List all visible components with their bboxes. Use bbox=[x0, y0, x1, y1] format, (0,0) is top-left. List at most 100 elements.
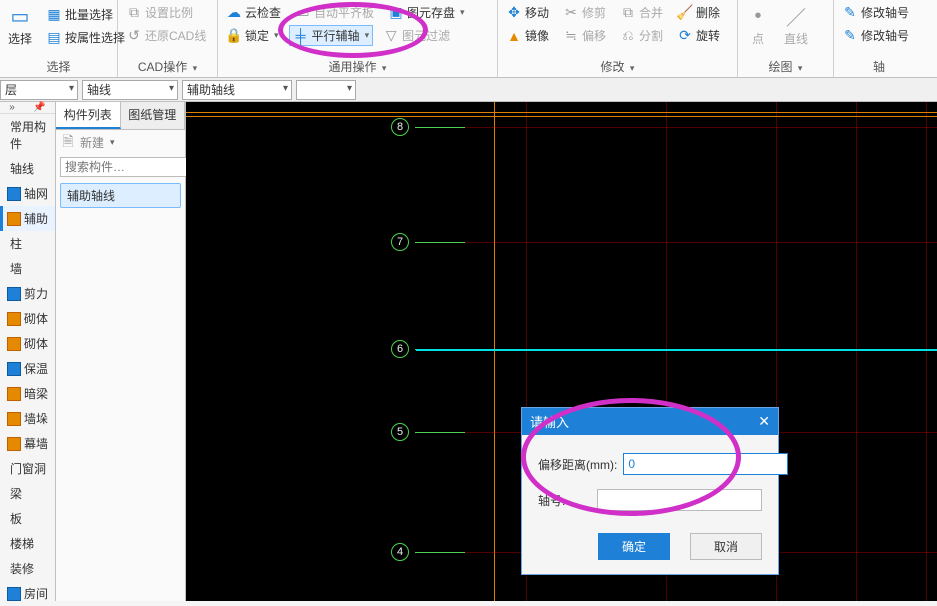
parallel-axis-button[interactable]: ╪ 平行辅轴 ▾ bbox=[289, 25, 374, 46]
dropdown-aux-axis[interactable]: 辅助轴线 bbox=[182, 80, 292, 100]
offset-dialog: 请输入 ✕ 偏移距离(mm): 轴号: 确定 取消 bbox=[521, 407, 779, 575]
nav-item-14[interactable]: 梁 bbox=[0, 481, 55, 506]
mirror-button[interactable]: ▲ 镜像 bbox=[502, 25, 553, 46]
nav-toggle[interactable]: » 📌 bbox=[0, 102, 55, 114]
bulk-select-button[interactable]: ▦ 批量选择 bbox=[42, 4, 129, 25]
by-attr-select-button[interactable]: ▤ 按属性选择 bbox=[42, 27, 129, 48]
dropdown-layer[interactable]: 层 bbox=[0, 80, 78, 100]
chevron-down-icon: ▾ bbox=[274, 30, 279, 41]
dropdown-axis[interactable]: 轴线 bbox=[82, 80, 178, 100]
lock-label: 锁定 bbox=[245, 27, 269, 44]
nav-item-16[interactable]: 楼梯 bbox=[0, 531, 55, 556]
nav-item-icon bbox=[7, 387, 21, 401]
nav-item-label: 常用构件 bbox=[10, 118, 51, 152]
axis-marker-7[interactable]: 7 bbox=[391, 233, 465, 251]
axis-marker-5[interactable]: 5 bbox=[391, 423, 465, 441]
axis-number-input[interactable] bbox=[597, 489, 762, 511]
parallel-axis-icon: ╪ bbox=[293, 28, 309, 44]
nav-item-3[interactable]: 辅助 bbox=[0, 206, 55, 231]
nav-item-9[interactable]: 保温 bbox=[0, 356, 55, 381]
delete-button[interactable]: 🧹 删除 bbox=[673, 2, 724, 23]
lock-button[interactable]: 🔒 锁定 ▾ bbox=[222, 25, 283, 46]
dialog-close-button[interactable]: ✕ bbox=[758, 413, 770, 430]
auto-level-label: 自动平齐板 bbox=[314, 4, 374, 21]
point-icon: • bbox=[746, 4, 770, 28]
move-button[interactable]: ✥ 移动 bbox=[502, 2, 553, 23]
move-label: 移动 bbox=[525, 4, 549, 21]
auto-icon: ▭ bbox=[295, 5, 311, 21]
axis-marker-8[interactable]: 8 bbox=[391, 118, 465, 136]
cloud-check-button[interactable]: ☁ 云检查 bbox=[222, 2, 285, 23]
trim-button[interactable]: ✂ 修剪 bbox=[559, 2, 610, 23]
merge-button[interactable]: ⧉ 合并 bbox=[616, 2, 667, 23]
nav-item-1[interactable]: 轴线 bbox=[0, 156, 55, 181]
nav-item-17[interactable]: 装修 bbox=[0, 556, 55, 581]
point-button[interactable]: • 点 bbox=[742, 2, 774, 49]
dropdown-bar: 层 轴线 辅助轴线 bbox=[0, 78, 937, 102]
nav-item-2[interactable]: 轴网 bbox=[0, 181, 55, 206]
nav-item-label: 幕墙 bbox=[24, 435, 48, 452]
nav-item-4[interactable]: 柱 bbox=[0, 231, 55, 256]
nav-item-label: 板 bbox=[10, 510, 22, 527]
restore-cad-button[interactable]: ↺ 还原CAD线 bbox=[122, 25, 213, 46]
elem-filter-button[interactable]: ▽ 图元过滤 bbox=[379, 25, 454, 46]
nav-item-0[interactable]: 常用构件 bbox=[0, 114, 55, 156]
viewport[interactable]: 87654 请输入 ✕ 偏移距离(mm): 轴号: bbox=[186, 102, 937, 601]
panel-toolbar: 🗎 新建 ▾ bbox=[56, 130, 185, 155]
nav-item-7[interactable]: 砌体 bbox=[0, 306, 55, 331]
tab-drawing-manage[interactable]: 图纸管理 bbox=[121, 102, 186, 129]
ribbon-group-cad: ⧉ 设置比例 ↺ 还原CAD线 CAD操作 ▾ bbox=[118, 0, 218, 77]
nav-item-12[interactable]: 幕墙 bbox=[0, 431, 55, 456]
nav-item-5[interactable]: 墙 bbox=[0, 256, 55, 281]
delete-icon: 🧹 bbox=[677, 5, 693, 21]
set-scale-button[interactable]: ⧉ 设置比例 bbox=[122, 2, 213, 23]
nav-item-15[interactable]: 板 bbox=[0, 506, 55, 531]
nav-item-11[interactable]: 墙垛 bbox=[0, 406, 55, 431]
new-button[interactable]: 新建 bbox=[80, 134, 104, 151]
nav-item-label: 辅助 bbox=[24, 210, 48, 227]
rotate-button[interactable]: ⟳ 旋转 bbox=[673, 25, 724, 46]
tree-item-aux-axis[interactable]: 辅助轴线 bbox=[60, 183, 181, 208]
ok-button[interactable]: 确定 bbox=[598, 533, 670, 560]
edit-axis1-button[interactable]: ✎ 修改轴号 bbox=[838, 2, 920, 23]
nav-item-6[interactable]: 剪力 bbox=[0, 281, 55, 306]
mirror-icon: ▲ bbox=[506, 28, 522, 44]
ribbon-group-common: ☁ 云检查 ▭ 自动平齐板 ▣ 图元存盘 ▾ 🔒 锁定 ▾ bbox=[218, 0, 498, 77]
split-button[interactable]: ⎌ 分割 bbox=[616, 25, 667, 46]
ribbon: ▭ 选择 ▦ 批量选择 ▤ 按属性选择 选择 ⧉ bbox=[0, 0, 937, 78]
nav-item-label: 砌体 bbox=[24, 310, 48, 327]
draw-group-label: 绘图 ▾ bbox=[742, 56, 829, 77]
nav-item-13[interactable]: 门窗洞 bbox=[0, 456, 55, 481]
nav-item-label: 保温 bbox=[24, 360, 48, 377]
select-group-label: 选择 bbox=[4, 56, 113, 77]
dropdown-axis-value: 轴线 bbox=[87, 81, 111, 98]
nav-item-8[interactable]: 砌体 bbox=[0, 331, 55, 356]
rotate-icon: ⟳ bbox=[677, 28, 693, 44]
dropdown-empty[interactable] bbox=[296, 80, 356, 100]
auto-level-button[interactable]: ▭ 自动平齐板 bbox=[291, 2, 378, 23]
nav-item-10[interactable]: 暗梁 bbox=[0, 381, 55, 406]
cancel-button[interactable]: 取消 bbox=[690, 533, 762, 560]
axis-stick bbox=[415, 552, 465, 553]
line-button[interactable]: ／ 直线 bbox=[780, 2, 812, 49]
nav-item-18[interactable]: 房间 bbox=[0, 581, 55, 606]
dialog-titlebar[interactable]: 请输入 ✕ bbox=[522, 408, 778, 435]
tab-component-list[interactable]: 构件列表 bbox=[56, 102, 121, 129]
offset-button[interactable]: ≒ 偏移 bbox=[559, 25, 610, 46]
elem-store-button[interactable]: ▣ 图元存盘 ▾ bbox=[384, 2, 469, 23]
edit-axis2-button[interactable]: ✎ 修改轴号 bbox=[838, 25, 920, 46]
dropdown-aux-value: 辅助轴线 bbox=[187, 81, 235, 98]
modify-group-label: 修改 ▾ bbox=[502, 56, 733, 77]
point-label: 点 bbox=[752, 30, 764, 47]
offset-input[interactable] bbox=[623, 453, 788, 475]
nav-item-label: 楼梯 bbox=[10, 535, 34, 552]
axis-number-label: 轴号: bbox=[538, 492, 591, 509]
select-label: 选择 bbox=[8, 30, 32, 47]
dialog-title-text: 请输入 bbox=[530, 412, 569, 431]
axis-marker-4[interactable]: 4 bbox=[391, 543, 465, 561]
nav-item-icon bbox=[7, 412, 21, 426]
nav-item-icon bbox=[7, 212, 21, 226]
nav-item-icon bbox=[7, 287, 21, 301]
select-button[interactable]: ▭ 选择 bbox=[4, 2, 36, 49]
nav-item-label: 装修 bbox=[10, 560, 34, 577]
